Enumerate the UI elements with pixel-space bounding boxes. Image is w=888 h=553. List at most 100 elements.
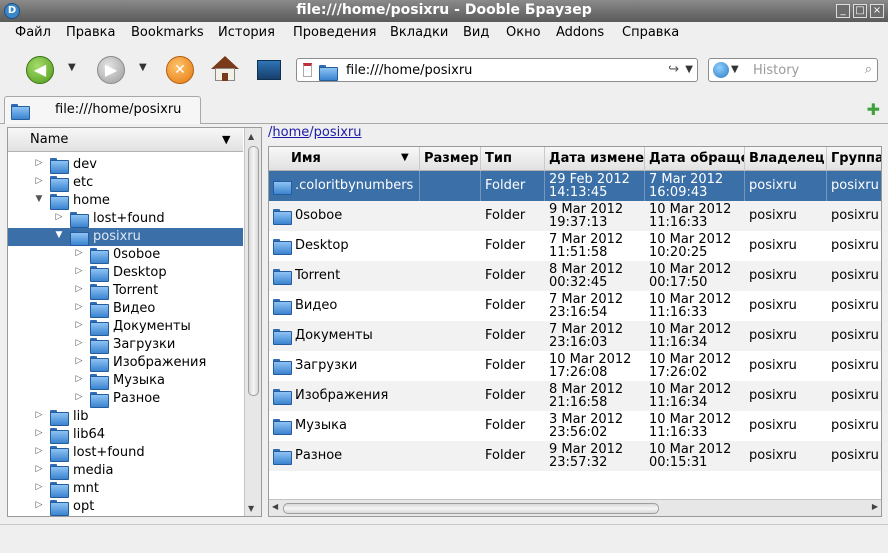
- tree-scrollbar[interactable]: ▲ ▼: [244, 128, 261, 516]
- search-input[interactable]: History: [753, 63, 799, 78]
- tree-item[interactable]: ▷ mnt: [8, 480, 243, 498]
- column-modified[interactable]: Дата измене: [545, 147, 645, 171]
- menu-window[interactable]: Окно: [506, 25, 541, 40]
- url-text[interactable]: file:///home/posixru: [346, 63, 472, 78]
- breadcrumb-posixru[interactable]: posixru: [314, 125, 362, 140]
- file-row[interactable]: Музыка Folder 3 Mar 2012 23:56:02 10 Mar 201…: [269, 411, 881, 441]
- column-accessed[interactable]: Дата обраще: [645, 147, 745, 171]
- file-list-hscrollbar[interactable]: ◀ ▶: [269, 499, 881, 516]
- file-row[interactable]: Изображения Folder 8 Mar 2012 21:16:58 10 Ma…: [269, 381, 881, 411]
- search-bar[interactable]: ▼ History ⌕: [708, 58, 878, 82]
- back-button[interactable]: ◀: [26, 56, 54, 84]
- tree-item[interactable]: ▷ dev: [8, 156, 243, 174]
- scroll-down-icon[interactable]: ▼: [248, 504, 254, 513]
- column-size[interactable]: Размер: [420, 147, 481, 171]
- menu-tabs[interactable]: Вкладки: [390, 25, 448, 40]
- collapsed-arrow-icon[interactable]: ▷: [34, 158, 44, 168]
- tree-item[interactable]: ▷ Изображения: [8, 354, 243, 372]
- scroll-up-icon[interactable]: ▲: [248, 132, 254, 141]
- search-engine-dropdown-icon[interactable]: ▼: [731, 64, 739, 75]
- tab-posixru[interactable]: file:///home/posixru: [4, 96, 201, 125]
- tree-item[interactable]: ▷ Загрузки: [8, 336, 243, 354]
- menu-provedeniya[interactable]: Проведения: [293, 25, 376, 40]
- collapsed-arrow-icon[interactable]: ▷: [74, 266, 84, 276]
- url-history-dropdown-icon[interactable]: ▼: [685, 64, 693, 75]
- scroll-right-icon[interactable]: ▶: [872, 502, 878, 511]
- menu-history[interactable]: История: [218, 25, 275, 40]
- desktop-button[interactable]: [257, 60, 281, 80]
- tree-item[interactable]: ▷ etc: [8, 174, 243, 192]
- collapsed-arrow-icon[interactable]: ▷: [74, 320, 84, 330]
- forward-button[interactable]: ▶: [97, 56, 125, 84]
- file-row[interactable]: Видео Folder 7 Mar 2012 23:16:54 10 Mar 2012…: [269, 291, 881, 321]
- collapsed-arrow-icon[interactable]: ▷: [34, 446, 44, 456]
- column-owner[interactable]: Владелец: [745, 147, 827, 171]
- expanded-arrow-icon[interactable]: ▼: [54, 230, 64, 240]
- collapsed-arrow-icon[interactable]: ▷: [74, 284, 84, 294]
- tree-item[interactable]: ▷ Torrent: [8, 282, 243, 300]
- minimize-button[interactable]: _: [836, 4, 850, 18]
- collapsed-arrow-icon[interactable]: ▷: [74, 248, 84, 258]
- tree-scroll-thumb[interactable]: [248, 146, 259, 396]
- tree-item[interactable]: ▷ Документы: [8, 318, 243, 336]
- menu-bookmarks[interactable]: Bookmarks: [131, 25, 204, 40]
- menu-addons[interactable]: Addons: [556, 25, 604, 40]
- collapsed-arrow-icon[interactable]: ▷: [74, 374, 84, 384]
- expanded-arrow-icon[interactable]: ▼: [34, 194, 44, 204]
- stop-reload-button[interactable]: ✕: [166, 56, 194, 84]
- home-button[interactable]: [210, 54, 240, 84]
- collapsed-arrow-icon[interactable]: ▷: [34, 428, 44, 438]
- column-group[interactable]: Группа: [827, 147, 881, 171]
- collapsed-arrow-icon[interactable]: ▷: [74, 392, 84, 402]
- tree-item[interactable]: ▷ Разное: [8, 390, 243, 408]
- tree-item[interactable]: ▼ posixru: [8, 228, 243, 246]
- file-row[interactable]: Загрузки Folder 10 Mar 2012 17:26:08 10 Mar …: [269, 351, 881, 381]
- column-type[interactable]: Тип: [481, 147, 545, 171]
- tree-item[interactable]: ▷ Видео: [8, 300, 243, 318]
- file-row[interactable]: Разное Folder 9 Mar 2012 23:57:32 10 Mar 201…: [269, 441, 881, 471]
- back-history-dropdown-icon[interactable]: ▼: [68, 62, 76, 73]
- tree-item[interactable]: ▷ lib64: [8, 426, 243, 444]
- tree-item[interactable]: ▷ opt: [8, 498, 243, 516]
- tree-item[interactable]: ▼ home: [8, 192, 243, 210]
- collapsed-arrow-icon[interactable]: ▷: [74, 302, 84, 312]
- collapsed-arrow-icon[interactable]: ▷: [34, 410, 44, 420]
- menu-view[interactable]: Вид: [463, 25, 489, 40]
- tree-item[interactable]: ▷ Музыка: [8, 372, 243, 390]
- tree-item[interactable]: ▷ Desktop: [8, 264, 243, 282]
- file-row[interactable]: 0soboe Folder 9 Mar 2012 19:37:13 10 Mar 201…: [269, 201, 881, 231]
- bookmark-icon[interactable]: [303, 63, 312, 77]
- url-bar[interactable]: file:///home/posixru ↪ ▼: [296, 58, 698, 82]
- search-engine-icon[interactable]: [713, 62, 729, 78]
- scroll-left-icon[interactable]: ◀: [272, 502, 278, 511]
- file-list-scroll-thumb[interactable]: [283, 503, 659, 514]
- file-row[interactable]: Документы Folder 7 Mar 2012 23:16:03 10 Mar …: [269, 321, 881, 351]
- collapsed-arrow-icon[interactable]: ▷: [34, 500, 44, 510]
- search-icon[interactable]: ⌕: [865, 62, 872, 77]
- tree-header[interactable]: Name ▼: [8, 128, 243, 152]
- collapsed-arrow-icon[interactable]: ▷: [74, 338, 84, 348]
- chevron-down-icon[interactable]: ▼: [222, 133, 230, 146]
- tree-item[interactable]: ▷ lost+found: [8, 210, 243, 228]
- tree-item[interactable]: ▷ media: [8, 462, 243, 480]
- file-row[interactable]: .coloritbynumbers Folder 29 Feb 2012 14:13:…: [269, 171, 881, 201]
- file-row[interactable]: Torrent Folder 8 Mar 2012 00:32:45 10 Mar 20…: [269, 261, 881, 291]
- column-name[interactable]: Имя ▼: [269, 147, 420, 171]
- new-tab-icon[interactable]: ✚: [867, 102, 880, 118]
- file-row[interactable]: Desktop Folder 7 Mar 2012 11:51:58 10 Mar 20…: [269, 231, 881, 261]
- tree-item[interactable]: ▷ lib: [8, 408, 243, 426]
- collapsed-arrow-icon[interactable]: ▷: [74, 356, 84, 366]
- maximize-button[interactable]: □: [853, 4, 867, 18]
- menu-help[interactable]: Справка: [622, 25, 679, 40]
- collapsed-arrow-icon[interactable]: ▷: [34, 464, 44, 474]
- go-icon[interactable]: ↪: [668, 62, 679, 77]
- menu-file[interactable]: Файл: [15, 25, 51, 40]
- tree-item[interactable]: ▷ 0soboe: [8, 246, 243, 264]
- tree-item[interactable]: ▷ lost+found: [8, 444, 243, 462]
- close-button[interactable]: ×: [870, 4, 884, 18]
- menu-edit[interactable]: Правка: [66, 25, 115, 40]
- breadcrumb-home[interactable]: home: [272, 125, 309, 140]
- collapsed-arrow-icon[interactable]: ▷: [34, 482, 44, 492]
- forward-history-dropdown-icon[interactable]: ▼: [139, 62, 147, 73]
- collapsed-arrow-icon[interactable]: ▷: [54, 212, 64, 222]
